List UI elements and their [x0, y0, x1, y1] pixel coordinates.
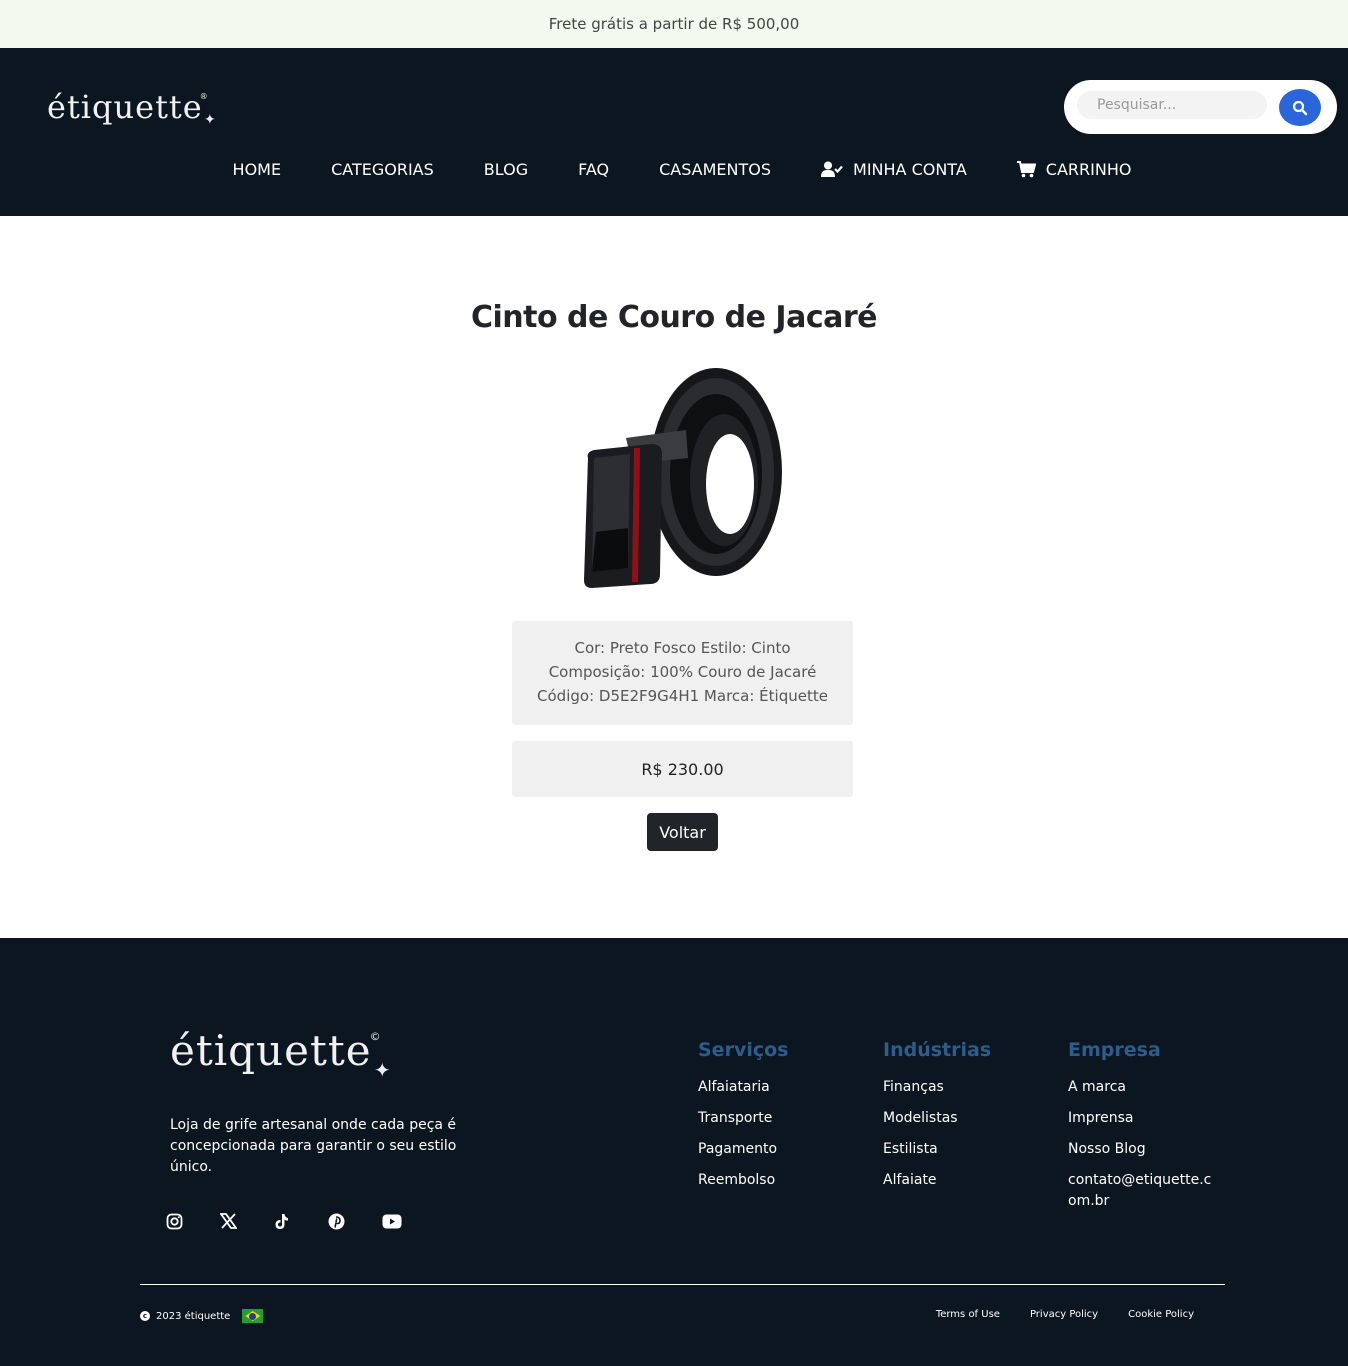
social-youtube[interactable] — [382, 1211, 436, 1231]
footer-link[interactable]: Finanças — [883, 1077, 1043, 1098]
footer-link[interactable]: A marca — [1068, 1077, 1213, 1098]
nav-blog[interactable]: BLOG — [484, 160, 528, 179]
footer-col-heading: Indústrias — [883, 1039, 992, 1061]
site-header: étiquette ® ✦ HOME CATEGORIAS BLOG FAQ C… — [0, 48, 1348, 216]
footer-link[interactable]: Transporte — [698, 1108, 858, 1129]
nav-label: HOME — [232, 159, 282, 179]
nav-home[interactable]: HOME — [233, 160, 282, 179]
footer-divider — [140, 1284, 1225, 1285]
nav-label: CARRINHO — [1045, 159, 1132, 179]
site-footer: étiquette © ✦ Loja de grife artesanal on… — [0, 938, 1348, 1366]
announcement-text: Frete grátis a partir de R$ 500,00 — [548, 15, 800, 33]
footer-link[interactable]: Imprensa — [1068, 1108, 1213, 1129]
nav-label: MINHA CONTA — [853, 159, 967, 179]
pinterest-icon — [328, 1213, 345, 1229]
footer-link[interactable]: Estilista — [883, 1139, 1043, 1160]
desc-line: Código: D5E2F9G4H1 Marca: Étiquette — [537, 687, 828, 705]
logo-text: étiquette — [47, 88, 203, 126]
brazil-flag-icon[interactable] — [242, 1309, 264, 1323]
legal-links: Terms of Use Privacy Policy Cookie Polic… — [936, 1309, 1194, 1320]
nav-carrinho[interactable]: CARRINHO — [1016, 159, 1132, 179]
search-box — [1064, 80, 1337, 134]
x-icon — [220, 1213, 237, 1229]
footer-col-servicos: Serviços Alfaiataria Transporte Pagament… — [698, 1039, 858, 1201]
tiktok-icon — [275, 1213, 288, 1229]
desc-line: Composição: 100% Couro de Jacaré — [548, 663, 817, 681]
social-pinterest[interactable] — [328, 1211, 382, 1231]
nav-casamentos[interactable]: CASAMENTOS — [659, 160, 771, 179]
nav-label: BLOG — [483, 159, 529, 179]
nav-label: CATEGORIAS — [331, 159, 434, 179]
announcement-bar: Frete grátis a partir de R$ 500,00 — [0, 0, 1348, 48]
copyright-text: 2023 étiquette — [156, 1310, 231, 1322]
footer-col-empresa: Empresa A marca Imprensa Nosso Blog cont… — [1068, 1039, 1228, 1222]
search-button[interactable] — [1279, 89, 1321, 126]
social-links — [166, 1211, 436, 1231]
nav-label: FAQ — [578, 159, 610, 179]
privacy-link[interactable]: Privacy Policy — [1030, 1309, 1098, 1320]
instagram-icon — [166, 1213, 183, 1229]
main-nav: HOME CATEGORIAS BLOG FAQ CASAMENTOS MINH… — [0, 152, 1348, 186]
search-input[interactable] — [1077, 91, 1267, 119]
nav-minha-conta[interactable]: MINHA CONTA — [821, 160, 967, 179]
contact-email-link[interactable]: contato@etiquette.com.br — [1068, 1170, 1213, 1212]
social-x[interactable] — [220, 1211, 274, 1231]
youtube-icon — [382, 1214, 402, 1228]
footer-link[interactable]: Alfaiataria — [698, 1077, 858, 1098]
nav-faq[interactable]: FAQ — [578, 160, 609, 179]
terms-link[interactable]: Terms of Use — [936, 1309, 1000, 1320]
footer-link[interactable]: Alfaiate — [883, 1170, 1043, 1191]
cart-icon — [1016, 160, 1036, 177]
sparkle-icon: ✦ — [373, 1058, 392, 1082]
cookie-link[interactable]: Cookie Policy — [1128, 1309, 1194, 1320]
belt-product-image — [584, 368, 782, 588]
footer-link[interactable]: Nosso Blog — [1068, 1139, 1213, 1160]
price-box: R$ 230.00 — [512, 741, 853, 797]
nav-categorias[interactable]: CATEGORIAS — [331, 160, 434, 179]
back-button[interactable]: Voltar — [647, 813, 718, 851]
logo[interactable]: étiquette ® ✦ — [47, 88, 216, 128]
social-instagram[interactable] — [166, 1211, 220, 1231]
footer-col-heading: Serviços — [698, 1039, 789, 1061]
product-title: Cinto de Couro de Jacaré — [471, 300, 878, 335]
desc-line: Cor: Preto Fosco Estilo: Cinto — [574, 639, 791, 657]
product-price: R$ 230.00 — [641, 759, 724, 779]
copyright-icon: c — [140, 1311, 150, 1321]
copyright-mark-icon: © — [369, 1030, 382, 1043]
footer-link[interactable]: Reembolso — [698, 1170, 858, 1191]
copyright-row: c 2023 étiquette — [140, 1309, 264, 1323]
footer-logo-text: étiquette — [170, 1026, 372, 1075]
footer-tagline: Loja de grife artesanal onde cada peça é… — [170, 1117, 457, 1175]
social-tiktok[interactable] — [274, 1211, 328, 1231]
footer-link[interactable]: Pagamento — [698, 1139, 858, 1160]
product-detail: Cinto de Couro de Jacaré Cor: Preto Fosc… — [0, 216, 1348, 938]
product-description: Cor: Preto Fosco Estilo: Cinto Composiçã… — [512, 621, 853, 725]
registered-mark-icon: ® — [199, 92, 209, 101]
footer-col-heading: Empresa — [1068, 1039, 1161, 1061]
sparkle-icon: ✦ — [203, 112, 217, 128]
footer-col-industrias: Indústrias Finanças Modelistas Estilista… — [883, 1039, 1043, 1201]
search-icon — [1292, 100, 1308, 115]
footer-logo[interactable]: étiquette © ✦ — [170, 1026, 391, 1082]
nav-label: CASAMENTOS — [659, 159, 772, 179]
user-check-icon — [821, 161, 843, 177]
footer-link[interactable]: Modelistas — [883, 1108, 1043, 1129]
